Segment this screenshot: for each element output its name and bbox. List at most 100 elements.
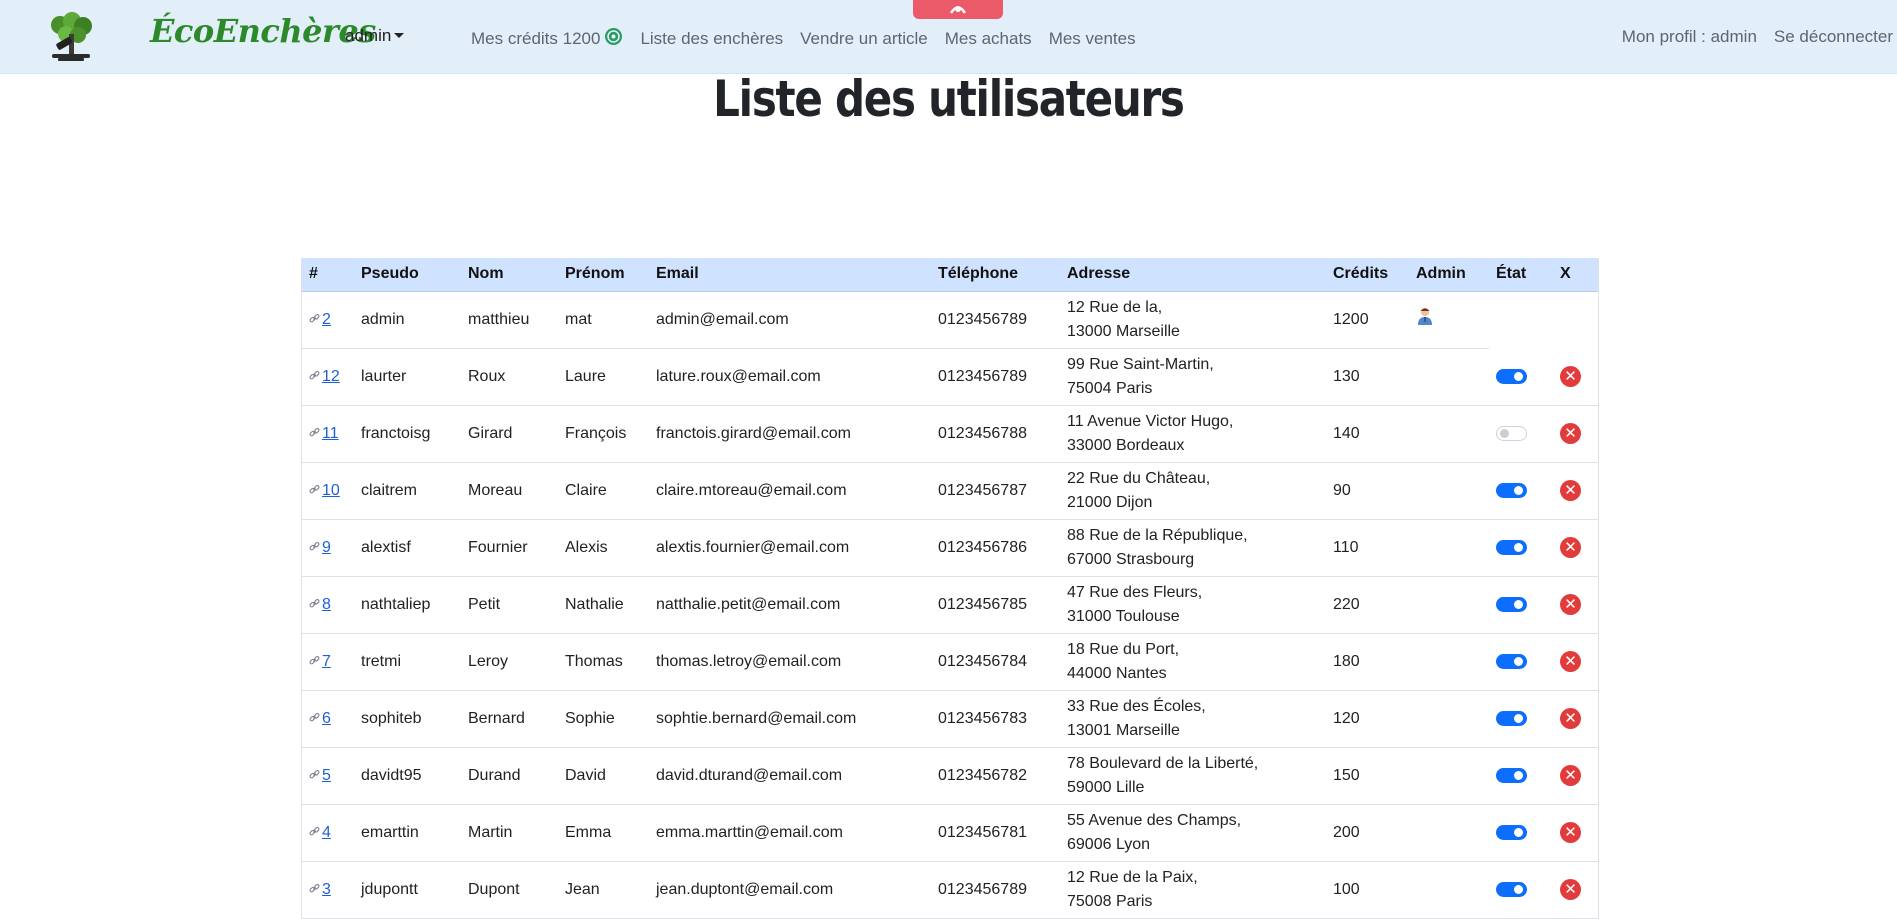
col-header-admin[interactable]: Admin: [1409, 258, 1489, 292]
col-header-prenom[interactable]: Prénom: [558, 258, 649, 292]
col-header-etat[interactable]: État: [1489, 258, 1553, 292]
cell-email: david.dturand@email.com: [649, 747, 931, 805]
user-id-link[interactable]: 11: [309, 422, 339, 446]
user-id-link[interactable]: 2: [309, 308, 331, 332]
status-toggle[interactable]: [1496, 767, 1527, 783]
link-icon: [309, 764, 320, 788]
status-toggle[interactable]: [1496, 425, 1527, 441]
cell-prenom: Nathalie: [558, 576, 649, 634]
cell-nom: Girard: [461, 405, 558, 463]
cell-id: 9: [302, 519, 354, 577]
delete-x-icon[interactable]: ✕: [1560, 365, 1581, 387]
brand-title[interactable]: ÉcoEnchères: [150, 12, 376, 50]
status-toggle[interactable]: [1496, 653, 1527, 669]
cell-id: 4: [302, 804, 354, 862]
cell-prenom: François: [558, 405, 649, 463]
cell-admin: [1409, 348, 1489, 406]
cell-email: lature.roux@email.com: [649, 348, 931, 406]
user-id-link[interactable]: 8: [309, 593, 331, 617]
cell-delete: ✕: [1553, 747, 1598, 805]
cell-telephone: 0123456784: [931, 633, 1060, 691]
delete-x-icon[interactable]: ✕: [1560, 707, 1581, 729]
col-header-telephone[interactable]: Téléphone: [931, 258, 1060, 292]
user-dropdown[interactable]: admin: [345, 26, 405, 46]
status-toggle[interactable]: [1496, 482, 1527, 498]
cell-telephone: 0123456787: [931, 462, 1060, 520]
cell-etat: [1489, 405, 1553, 463]
user-id-link[interactable]: 12: [309, 365, 340, 389]
col-header-email[interactable]: Email: [649, 258, 931, 292]
user-id-value: 3: [322, 880, 331, 898]
cell-credits: 110: [1326, 519, 1409, 577]
user-id-link[interactable]: 10: [309, 479, 340, 503]
cell-credits: 90: [1326, 462, 1409, 520]
cell-delete: ✕: [1553, 405, 1598, 463]
nav-credits[interactable]: Mes crédits 1200: [471, 27, 623, 51]
nav-my-purchases[interactable]: Mes achats: [945, 27, 1032, 51]
status-toggle[interactable]: [1496, 368, 1527, 384]
cell-id: 7: [302, 633, 354, 691]
cell-etat: [1489, 462, 1553, 520]
user-id-link[interactable]: 5: [309, 764, 331, 788]
col-header-nom[interactable]: Nom: [461, 258, 558, 292]
cell-admin: [1409, 861, 1489, 919]
nav-profile[interactable]: Mon profil : admin: [1622, 27, 1757, 47]
user-id-value: 10: [322, 481, 340, 499]
address-line-2: 13000 Marseille: [1067, 322, 1180, 340]
cell-prenom: Laure: [558, 348, 649, 406]
delete-x-icon[interactable]: ✕: [1560, 650, 1581, 672]
nav-my-sales[interactable]: Mes ventes: [1049, 27, 1136, 51]
cell-adresse: 11 Avenue Victor Hugo, 33000 Bordeaux: [1060, 405, 1326, 463]
delete-x-icon[interactable]: ✕: [1560, 878, 1581, 900]
col-header-credits[interactable]: Crédits: [1326, 258, 1409, 292]
cell-credits: 220: [1326, 576, 1409, 634]
status-toggle[interactable]: [1496, 596, 1527, 612]
cell-pseudo: emarttin: [354, 804, 461, 862]
delete-x-icon[interactable]: ✕: [1560, 479, 1581, 501]
cell-admin: [1409, 291, 1489, 349]
cell-telephone: 0123456786: [931, 519, 1060, 577]
cell-pseudo: claitrem: [354, 462, 461, 520]
user-id-value: 9: [322, 538, 331, 556]
cell-pseudo: tretmi: [354, 633, 461, 691]
col-header-id[interactable]: #: [302, 258, 354, 292]
nav-auction-list[interactable]: Liste des enchères: [640, 27, 783, 51]
cell-telephone: 0123456782: [931, 747, 1060, 805]
tree-gavel-logo-icon[interactable]: [42, 12, 100, 64]
cell-email: franctois.girard@email.com: [649, 405, 931, 463]
admin-user-icon: [1416, 307, 1434, 330]
user-id-link[interactable]: 4: [309, 821, 331, 845]
cell-id: 5: [302, 747, 354, 805]
status-toggle[interactable]: [1496, 710, 1527, 726]
user-id-link[interactable]: 3: [309, 878, 331, 902]
cell-email: thomas.letroy@email.com: [649, 633, 931, 691]
nav-logout[interactable]: Se déconnecter: [1774, 27, 1893, 47]
delete-x-icon[interactable]: ✕: [1560, 536, 1581, 558]
status-toggle[interactable]: [1496, 881, 1527, 897]
nav-sell-item[interactable]: Vendre un article: [800, 27, 928, 51]
cell-telephone: 0123456783: [931, 690, 1060, 748]
col-header-delete[interactable]: X: [1553, 258, 1598, 292]
delete-x-icon[interactable]: ✕: [1560, 422, 1581, 444]
user-id-value: 6: [322, 709, 331, 727]
cell-prenom: Sophie: [558, 690, 649, 748]
col-header-adresse[interactable]: Adresse: [1060, 258, 1326, 292]
address-line-1: 22 Rue du Château,: [1067, 469, 1211, 487]
user-id-link[interactable]: 9: [309, 536, 331, 560]
delete-x-icon[interactable]: ✕: [1560, 593, 1581, 615]
delete-x-icon[interactable]: ✕: [1560, 821, 1581, 843]
status-toggle[interactable]: [1496, 824, 1527, 840]
delete-x-icon[interactable]: ✕: [1560, 764, 1581, 786]
cell-credits: 180: [1326, 633, 1409, 691]
user-id-link[interactable]: 6: [309, 707, 331, 731]
cell-delete: ✕: [1553, 804, 1598, 862]
cell-id: 11: [302, 405, 354, 463]
user-id-link[interactable]: 7: [309, 650, 331, 674]
address-line-2: 21000 Dijon: [1067, 493, 1153, 511]
status-toggle[interactable]: [1496, 539, 1527, 555]
table-row: 7 tretmi Leroy Thomas thomas.letroy@email.co…: [302, 633, 1598, 691]
scroll-top-button[interactable]: [913, 0, 1003, 19]
col-header-pseudo[interactable]: Pseudo: [354, 258, 461, 292]
link-icon: [309, 821, 320, 845]
cell-adresse: 88 Rue de la République, 67000 Strasbourg: [1060, 519, 1326, 577]
